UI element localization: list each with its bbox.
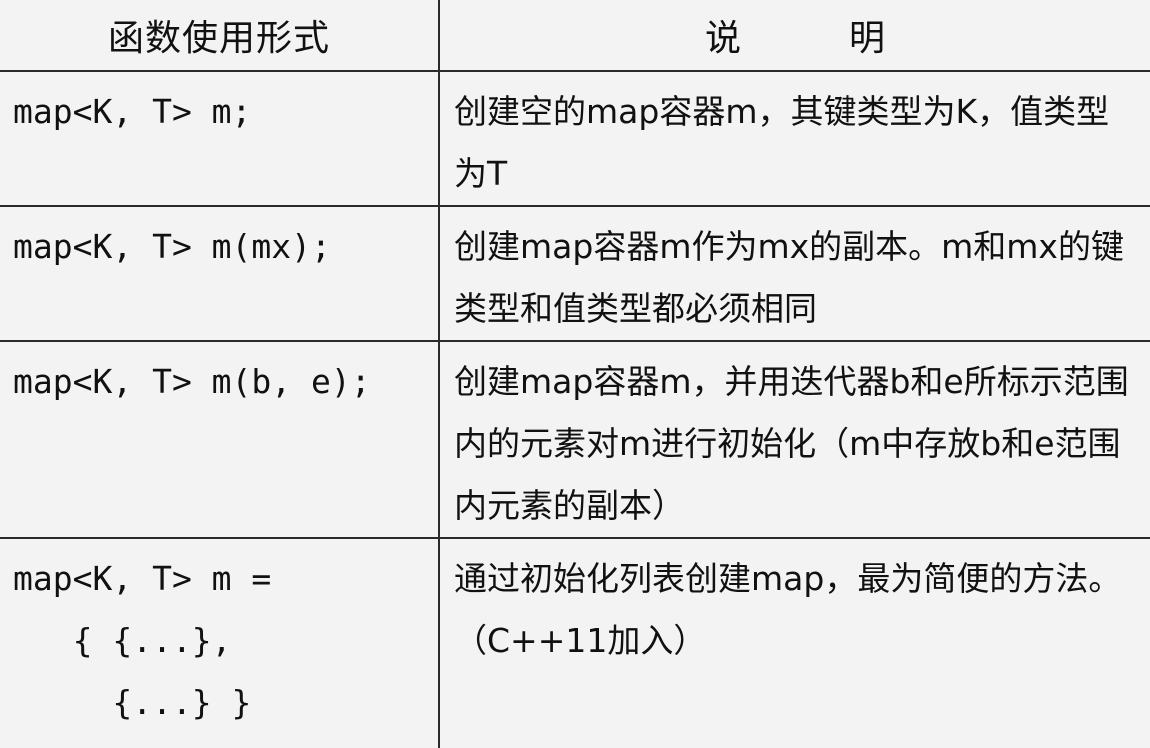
code-cell: map<K, T> m(b, e); — [0, 340, 440, 538]
header-usage-form: 函数使用形式 — [0, 0, 440, 71]
description-cell: 创建map容器m，并用迭代器b和e所标示范围内的元素对m进行初始化（m中存放b和… — [439, 340, 1150, 538]
description-cell: 创建map容器m作为mx的副本。m和mx的键类型和值类型都必须相同 — [439, 205, 1150, 341]
table-header-row: 函数使用形式 说 明 — [0, 0, 1150, 71]
description-cell: 通过初始化列表创建map，最为简便的方法。（C++11加入） — [439, 537, 1150, 748]
code-cell: map<K, T> m; — [0, 70, 440, 206]
code-line: {...} } — [13, 683, 252, 722]
map-constructor-table: 函数使用形式 说 明 map<K, T> m; 创建空的map容器m，其键类型为… — [0, 0, 1150, 748]
table-row: map<K, T> m(mx); 创建map容器m作为mx的副本。m和mx的键类… — [0, 205, 1150, 341]
code-cell: map<K, T> m = { {...}, {...} } — [0, 537, 440, 748]
header-description: 说 明 — [704, 18, 885, 59]
code-cell: map<K, T> m(mx); — [0, 205, 440, 341]
code-line: { {...}, — [13, 621, 232, 660]
table-row: map<K, T> m = { {...}, {...} } 通过初始化列表创建… — [0, 537, 1150, 748]
code-line: map<K, T> m = — [13, 559, 272, 598]
description-cell: 创建空的map容器m，其键类型为K，值类型为T — [439, 70, 1150, 206]
table-row: map<K, T> m; 创建空的map容器m，其键类型为K，值类型为T — [0, 70, 1150, 206]
table-row: map<K, T> m(b, e); 创建map容器m，并用迭代器b和e所标示范… — [0, 340, 1150, 538]
